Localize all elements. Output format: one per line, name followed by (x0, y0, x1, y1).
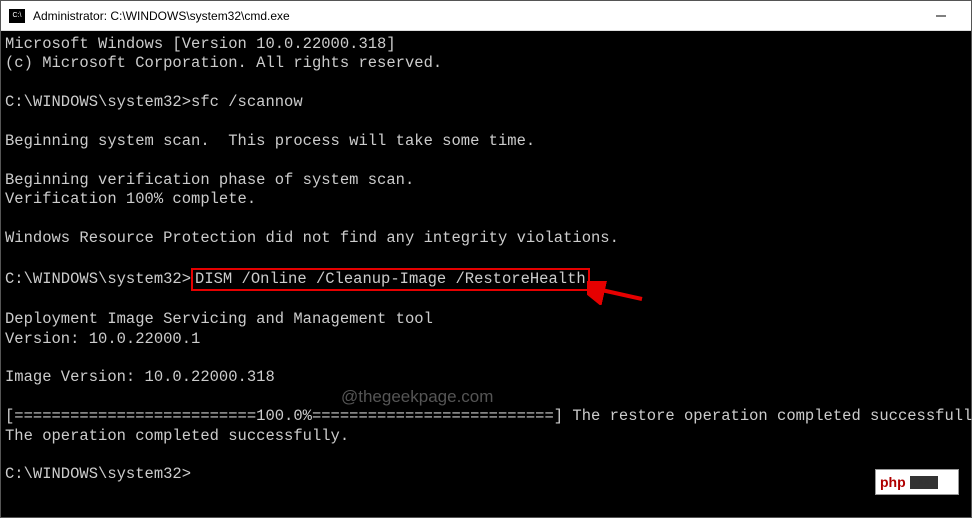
dism-command: DISM /Online /Cleanup-Image /RestoreHeal… (195, 270, 586, 288)
dism-command-highlight: DISM /Online /Cleanup-Image /RestoreHeal… (191, 268, 590, 291)
verification-complete-line: Verification 100% complete. (5, 190, 256, 208)
minimize-button[interactable] (918, 1, 963, 31)
window-controls (918, 1, 963, 31)
badge-suffix: xx (910, 476, 938, 489)
arrow-icon (587, 281, 647, 305)
watermark: @thegeekpage.com (341, 387, 493, 407)
badge-label: php (880, 474, 906, 490)
protection-result-line: Windows Resource Protection did not find… (5, 229, 619, 247)
window-title: Administrator: C:\WINDOWS\system32\cmd.e… (33, 9, 910, 23)
image-version-line: Image Version: 10.0.22000.318 (5, 368, 275, 386)
prompt: C:\WINDOWS\system32> (5, 93, 191, 111)
progress-line: [==========================100.0%=======… (5, 407, 972, 425)
cmd-icon (9, 9, 25, 23)
sfc-command: sfc /scannow (191, 93, 303, 111)
copyright-line: (c) Microsoft Corporation. All rights re… (5, 54, 442, 72)
php-badge: php xx (875, 469, 959, 495)
version-line: Microsoft Windows [Version 10.0.22000.31… (5, 35, 396, 53)
titlebar: Administrator: C:\WINDOWS\system32\cmd.e… (1, 1, 971, 31)
verification-begin-line: Beginning verification phase of system s… (5, 171, 414, 189)
prompt: C:\WINDOWS\system32> (5, 270, 191, 288)
operation-complete-line: The operation completed successfully. (5, 427, 349, 445)
scan-begin-line: Beginning system scan. This process will… (5, 132, 535, 150)
dism-tool-line: Deployment Image Servicing and Managemen… (5, 310, 433, 328)
prompt: C:\WINDOWS\system32> (5, 465, 191, 483)
dism-version-line: Version: 10.0.22000.1 (5, 330, 200, 348)
terminal-output[interactable]: Microsoft Windows [Version 10.0.22000.31… (1, 31, 971, 489)
